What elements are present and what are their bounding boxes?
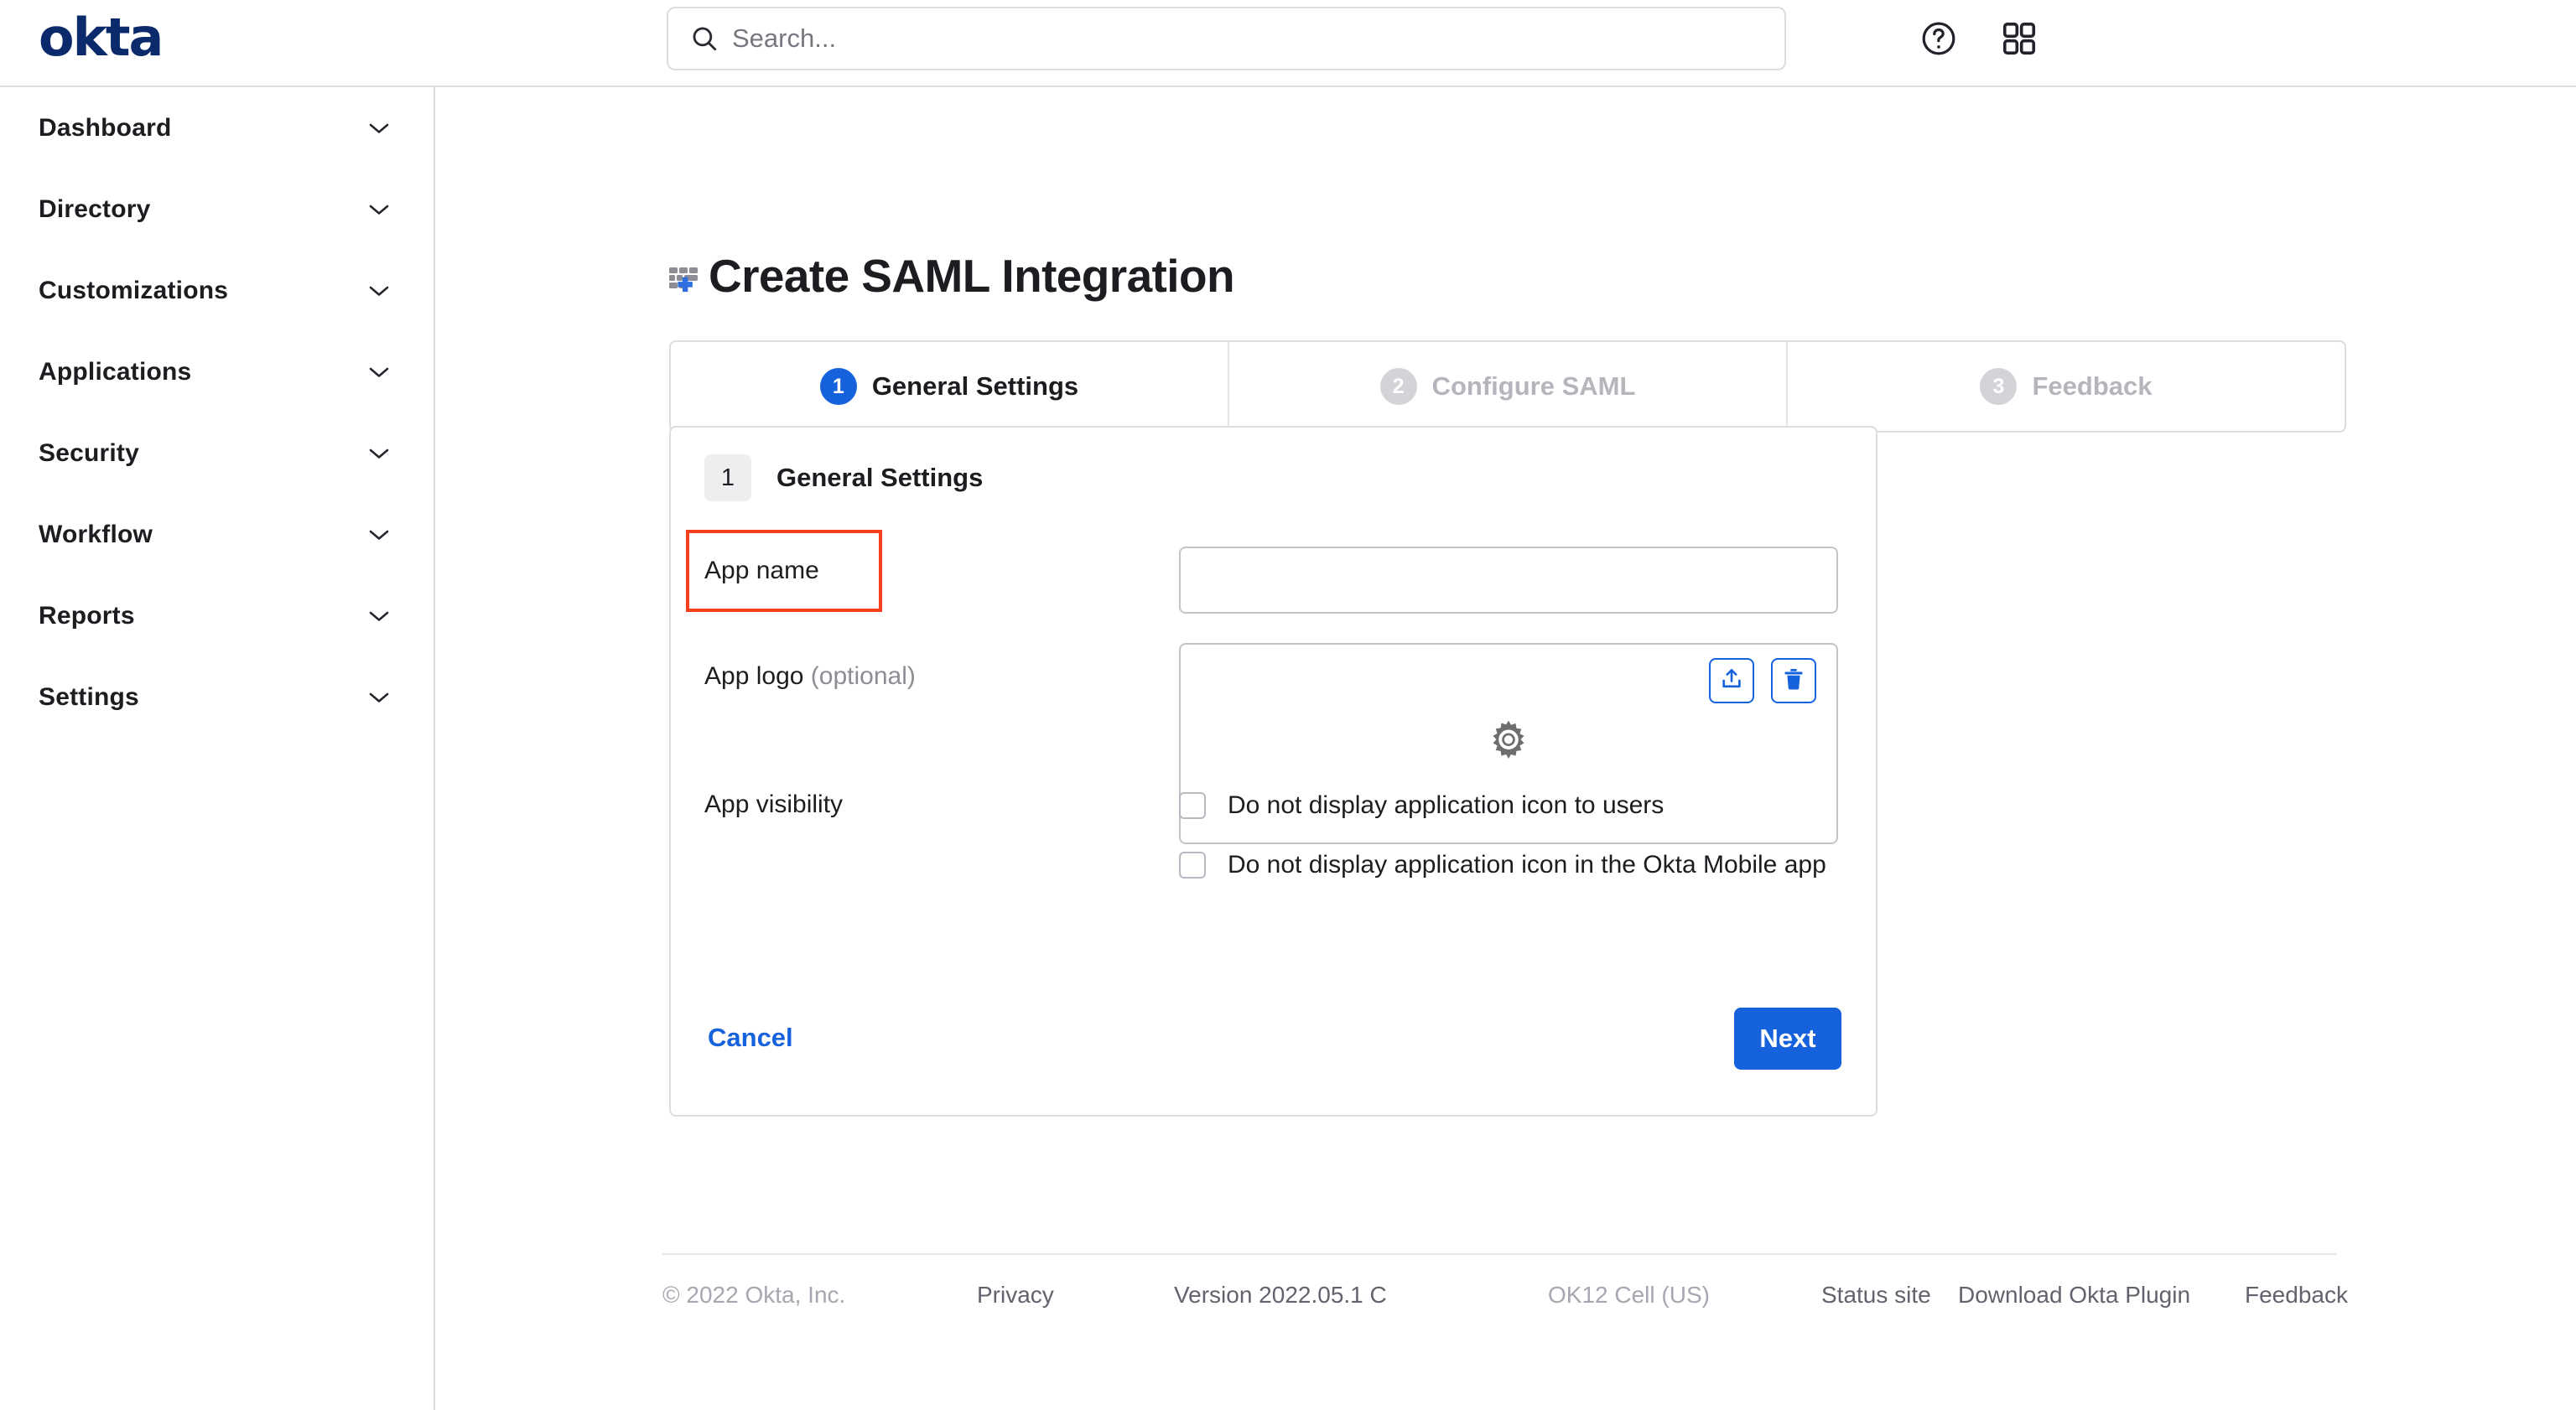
footer-privacy-link[interactable]: Privacy (977, 1278, 1054, 1312)
step-configure-saml[interactable]: 2 Configure SAML (1229, 342, 1788, 431)
app-logo-optional-text: (optional) (811, 662, 916, 690)
step-feedback[interactable]: 3 Feedback (1788, 342, 2345, 431)
top-header-bar: okta (0, 0, 2576, 87)
app-name-label: App name (704, 557, 819, 585)
footer-copyright: © 2022 Okta, Inc. (662, 1278, 845, 1312)
card-header: 1 General Settings (704, 454, 983, 501)
app-logo-label-text: App logo (704, 662, 803, 690)
checkbox-label: Do not display application icon in the O… (1228, 851, 1826, 879)
okta-logo[interactable]: okta (39, 12, 162, 64)
footer-download-plugin-link[interactable]: Download Okta Plugin (1958, 1278, 2190, 1312)
step-label: Feedback (2032, 371, 2152, 402)
sidebar-item-label: Applications (39, 358, 191, 386)
gear-icon (1484, 718, 1533, 770)
search-icon (690, 24, 719, 53)
page-title-text: Create SAML Integration (709, 251, 1234, 300)
cancel-button[interactable]: Cancel (708, 1023, 793, 1053)
chevron-down-icon (368, 122, 390, 135)
visibility-option-mobile[interactable]: Do not display application icon in the O… (1179, 851, 1826, 879)
chevron-down-icon (368, 284, 390, 298)
footer-divider (662, 1253, 2336, 1255)
chevron-down-icon (368, 528, 390, 542)
chevron-down-icon (368, 691, 390, 704)
page-footer: © 2022 Okta, Inc. Privacy Version 2022.0… (662, 1278, 2340, 1320)
footer-version: Version 2022.05.1 C (1174, 1278, 1387, 1312)
checkbox-label: Do not display application icon to users (1228, 791, 1664, 820)
chevron-down-icon (368, 447, 390, 460)
app-name-input[interactable] (1179, 547, 1838, 614)
step-number: 3 (1980, 368, 2017, 405)
sidebar-item-reports[interactable]: Reports (0, 575, 434, 656)
global-search-box[interactable] (667, 7, 1786, 70)
card-heading: General Settings (776, 463, 983, 493)
visibility-option-users[interactable]: Do not display application icon to users (1179, 791, 1664, 820)
apps-grid-icon[interactable] (1994, 13, 2044, 64)
sidebar-item-label: Directory (39, 195, 151, 224)
footer-status-site-link[interactable]: Status site (1821, 1278, 1931, 1312)
step-label: Configure SAML (1432, 371, 1636, 402)
sidebar-item-workflow[interactable]: Workflow (0, 494, 434, 575)
sidebar-item-applications[interactable]: Applications (0, 331, 434, 412)
add-app-grid-icon (668, 261, 705, 298)
primary-sidebar: Dashboard Directory Customizations Appli… (0, 87, 435, 1410)
wizard-stepper: 1 General Settings 2 Configure SAML 3 Fe… (669, 340, 2346, 433)
sidebar-item-customizations[interactable]: Customizations (0, 250, 434, 331)
general-settings-card-body: 1 General Settings App name App logo (op… (669, 426, 1877, 1117)
chevron-down-icon (368, 365, 390, 379)
sidebar-item-settings[interactable]: Settings (0, 656, 434, 738)
chevron-down-icon (368, 203, 390, 216)
card-step-badge: 1 (704, 454, 751, 501)
step-number: 1 (820, 368, 857, 405)
sidebar-item-label: Settings (39, 683, 139, 712)
sidebar-item-label: Workflow (39, 521, 153, 549)
search-input[interactable] (732, 23, 1763, 54)
checkbox-hide-icon-users[interactable] (1179, 792, 1206, 819)
step-general-settings[interactable]: 1 General Settings (671, 342, 1229, 431)
footer-feedback-link[interactable]: Feedback (2245, 1278, 2348, 1312)
sidebar-item-label: Dashboard (39, 114, 172, 143)
next-button[interactable]: Next (1734, 1008, 1841, 1070)
app-logo-label: App logo (optional) (704, 662, 916, 691)
sidebar-item-label: Customizations (39, 277, 228, 305)
step-label: General Settings (872, 371, 1078, 402)
sidebar-item-directory[interactable]: Directory (0, 168, 434, 250)
sidebar-item-security[interactable]: Security (0, 412, 434, 494)
checkbox-hide-icon-mobile[interactable] (1179, 852, 1206, 879)
step-number: 2 (1380, 368, 1417, 405)
footer-cell: OK12 Cell (US) (1548, 1278, 1710, 1312)
chevron-down-icon (368, 609, 390, 623)
page-title: Create SAML Integration (668, 251, 1234, 300)
sidebar-item-dashboard[interactable]: Dashboard (0, 87, 434, 168)
app-visibility-label: App visibility (704, 791, 843, 819)
sidebar-item-label: Reports (39, 602, 135, 630)
help-icon[interactable] (1914, 13, 1964, 64)
sidebar-item-label: Security (39, 439, 139, 468)
